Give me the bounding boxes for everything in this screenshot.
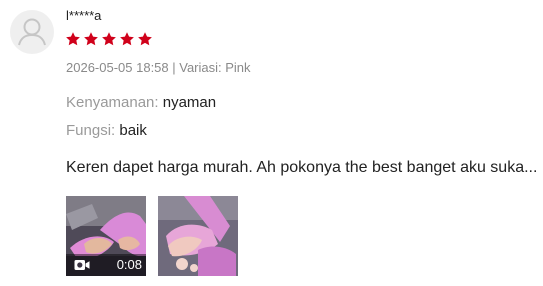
avatar[interactable]	[10, 10, 54, 54]
attribute-value: nyaman	[162, 94, 217, 111]
review-comment: Keren dapet harga murah. Ah pokonya the …	[66, 159, 538, 176]
attribute-value: baik	[119, 122, 147, 139]
star-icon	[102, 32, 116, 46]
product-review: l*****a 2026-05-05 18:58 | Variasi: Pink…	[0, 0, 543, 286]
attribute-label: Fungsi:	[66, 122, 116, 139]
user-icon	[11, 11, 53, 53]
star-icon	[84, 32, 98, 46]
video-info-bar: 0:08	[66, 254, 146, 276]
video-duration: 0:08	[116, 257, 142, 272]
review-video-thumbnail[interactable]: 0:08	[66, 196, 146, 276]
video-camera-icon	[74, 260, 90, 270]
review-photo-image	[158, 196, 238, 276]
attribute-comfort: Kenyamanan: nyaman	[66, 94, 216, 112]
star-icon	[138, 32, 152, 46]
star-icon	[120, 32, 134, 46]
reviewer-username: l*****a	[66, 8, 102, 23]
star-rating	[65, 31, 153, 49]
review-image-thumbnail[interactable]	[158, 196, 238, 276]
attribute-label: Kenyamanan:	[66, 94, 159, 111]
star-icon	[66, 32, 80, 46]
review-timestamp-variant: 2026-05-05 18:58 | Variasi: Pink	[66, 60, 251, 75]
attribute-function: Fungsi: baik	[66, 122, 147, 140]
